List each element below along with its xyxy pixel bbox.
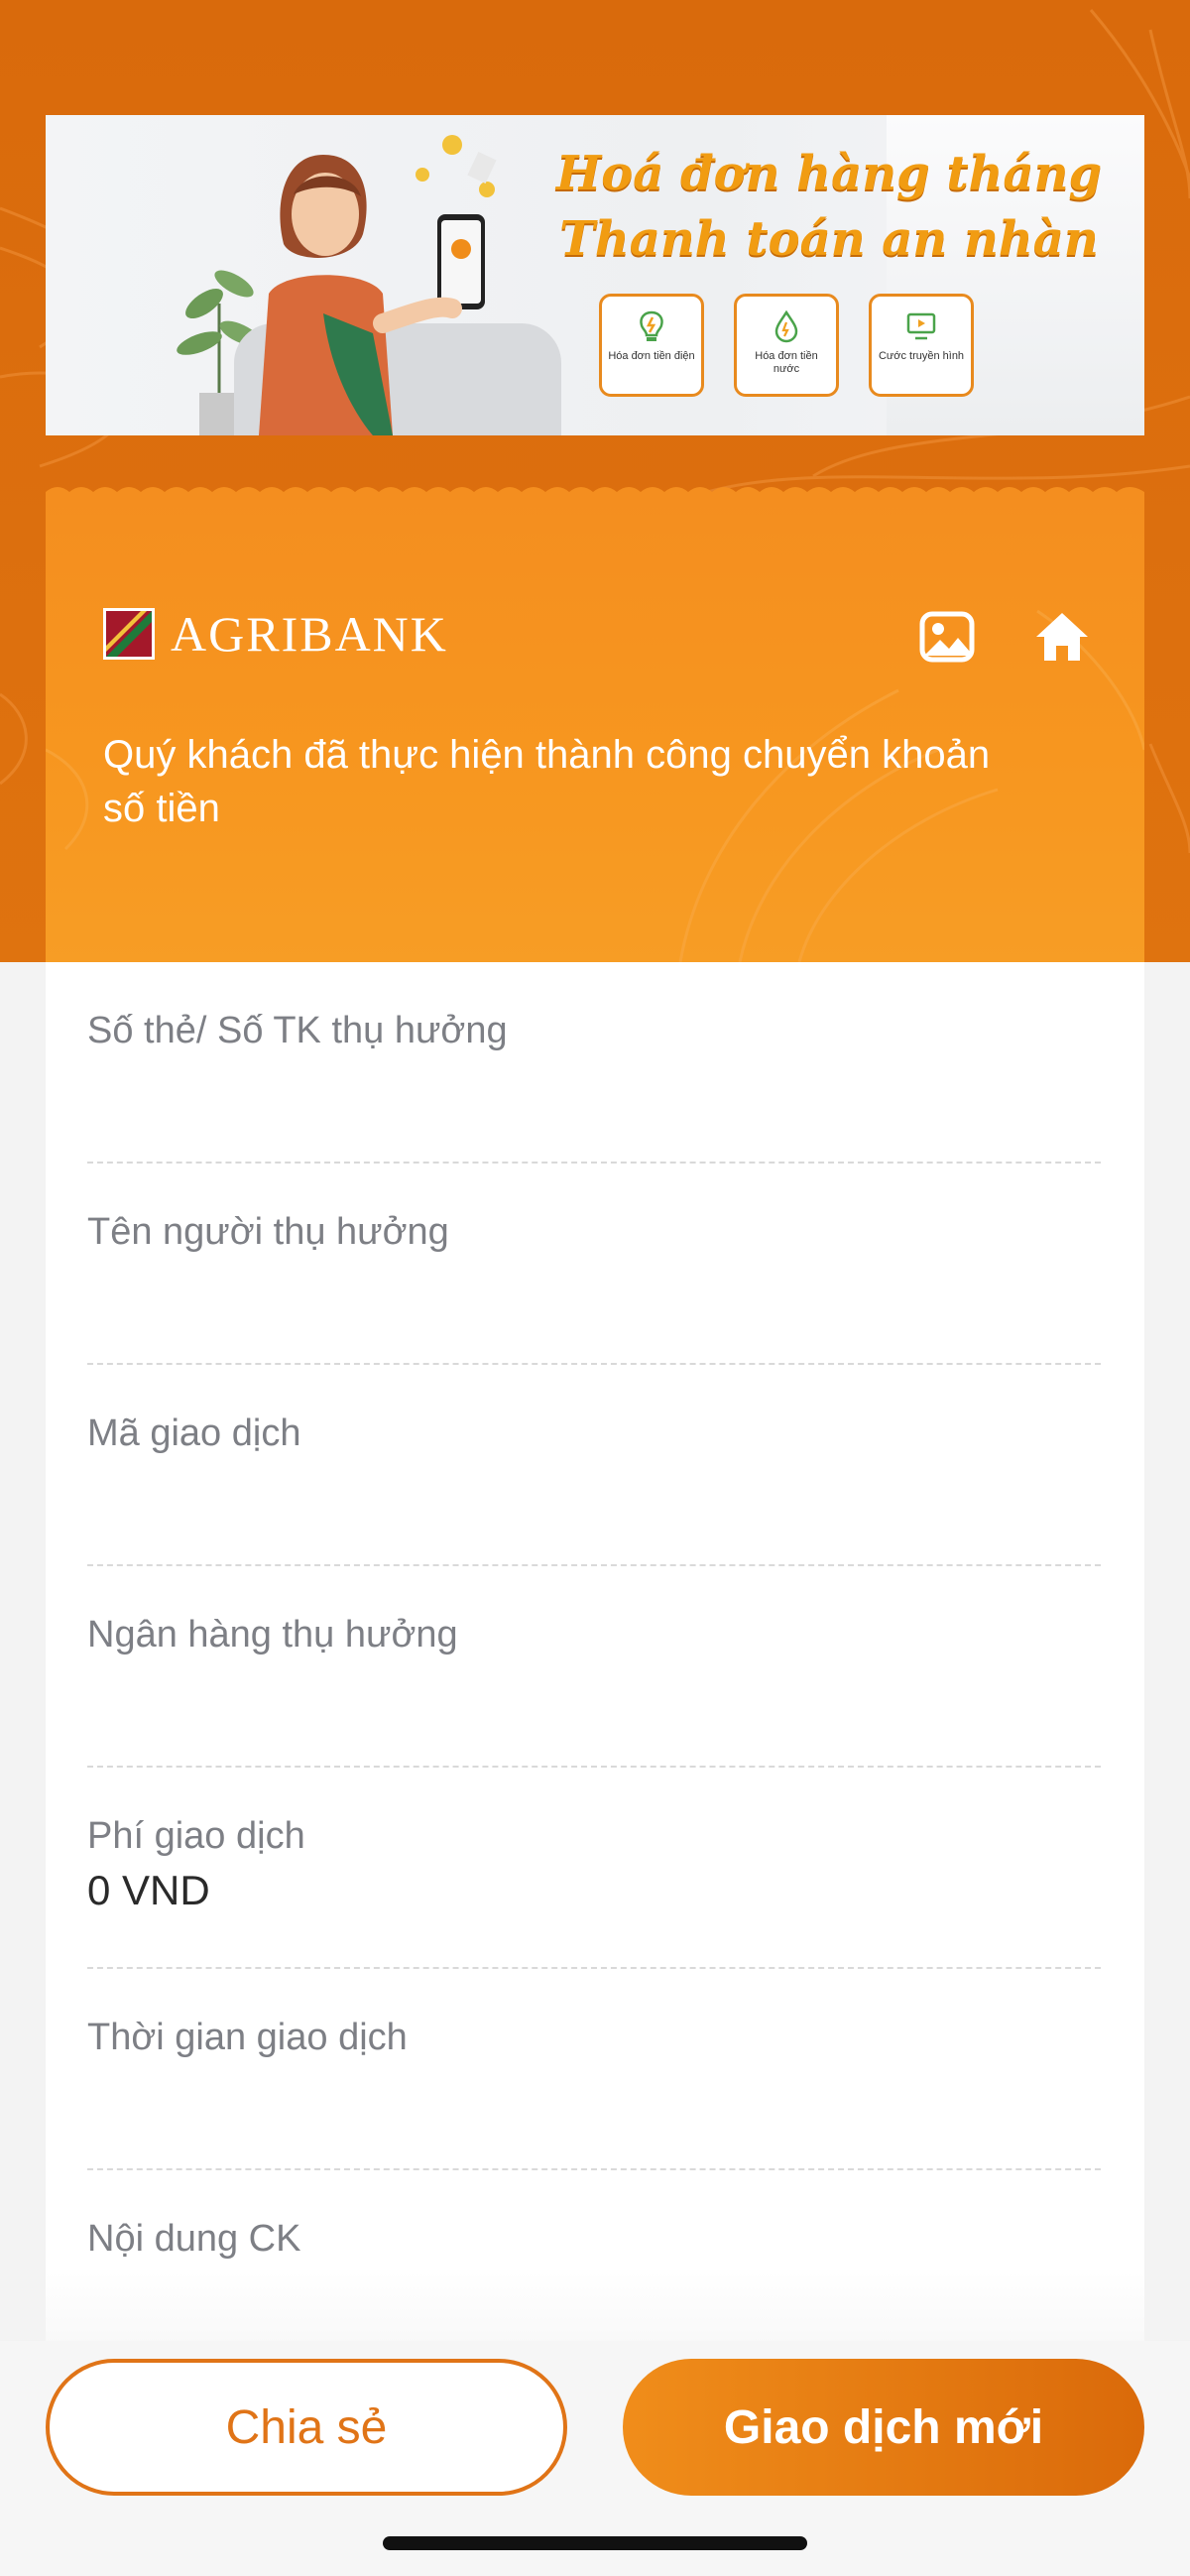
tile-label: Hóa đơn tiền nước	[755, 350, 818, 375]
success-message: Quý khách đã thực hiện thành công chuyển…	[103, 733, 991, 830]
detail-label: Số thẻ/ Số TK thụ hưởng	[87, 1010, 508, 1051]
detail-row-fee: Phí giao dịch 0 VND	[87, 1768, 1101, 1969]
tile-label: Hóa đơn tiền điện	[608, 350, 695, 362]
banner-headline: Hoá đơn hàng tháng Thanh toán an nhàn	[541, 141, 1117, 272]
water-drop-icon	[774, 309, 798, 343]
detail-label: Mã giao dịch	[87, 1412, 301, 1454]
tile-electric-bill[interactable]: Hóa đơn tiền điện	[599, 294, 704, 397]
detail-label: Tên người thụ hưởng	[87, 1211, 449, 1253]
new-transaction-button[interactable]: Giao dịch mới	[623, 2359, 1144, 2496]
banner-headline-line2: Thanh toán an nhàn	[559, 211, 1099, 267]
bulb-icon	[640, 310, 663, 341]
image-icon[interactable]	[918, 608, 976, 666]
detail-label: Nội dung CK	[87, 2218, 301, 2260]
detail-row-beneficiary: Tên người thụ hưởng	[87, 1164, 1101, 1365]
detail-label: Ngân hàng thụ hưởng	[87, 1614, 458, 1656]
home-indicator	[383, 2536, 807, 2550]
detail-row-bank: Ngân hàng thụ hưởng	[87, 1566, 1101, 1768]
home-icon[interactable]	[1033, 608, 1091, 666]
promo-banner[interactable]: Hoá đơn hàng tháng Thanh toán an nhàn Hó…	[46, 115, 1144, 435]
tile-label: Cước truyền hình	[878, 350, 965, 362]
detail-value: 0 VND	[87, 1867, 210, 1913]
person-with-phone-illustration	[259, 135, 497, 435]
brand-name: AGRIBANK	[171, 606, 448, 662]
banner-headline-line1: Hoá đơn hàng tháng	[555, 146, 1103, 201]
tile-tv-bill[interactable]: Cước truyền hình	[869, 294, 974, 397]
detail-label: Phí giao dịch	[87, 1815, 305, 1857]
agribank-logo: AGRIBANK	[103, 605, 448, 663]
detail-row-account: Số thẻ/ Số TK thụ hưởng	[87, 962, 1101, 1164]
tv-icon	[906, 312, 936, 340]
detail-row-time: Thời gian giao dịch	[87, 1969, 1101, 2170]
leaf-pattern	[46, 609, 1144, 962]
agribank-logo-icon	[103, 608, 155, 660]
detail-row-transaction-id: Mã giao dịch	[87, 1365, 1101, 1566]
share-button[interactable]: Chia sẻ	[46, 2359, 567, 2496]
banner-service-tiles: Hóa đơn tiền điện Hóa đơn tiền nước Cước…	[599, 294, 974, 397]
tile-water-bill[interactable]: Hóa đơn tiền nước	[734, 294, 839, 397]
receipt-header: AGRIBANK Quý khách đã thực hiện thành cô…	[46, 492, 1144, 962]
transaction-details: Số thẻ/ Số TK thụ hưởng Tên người thụ hư…	[46, 962, 1144, 2430]
detail-label: Thời gian giao dịch	[87, 2017, 408, 2058]
